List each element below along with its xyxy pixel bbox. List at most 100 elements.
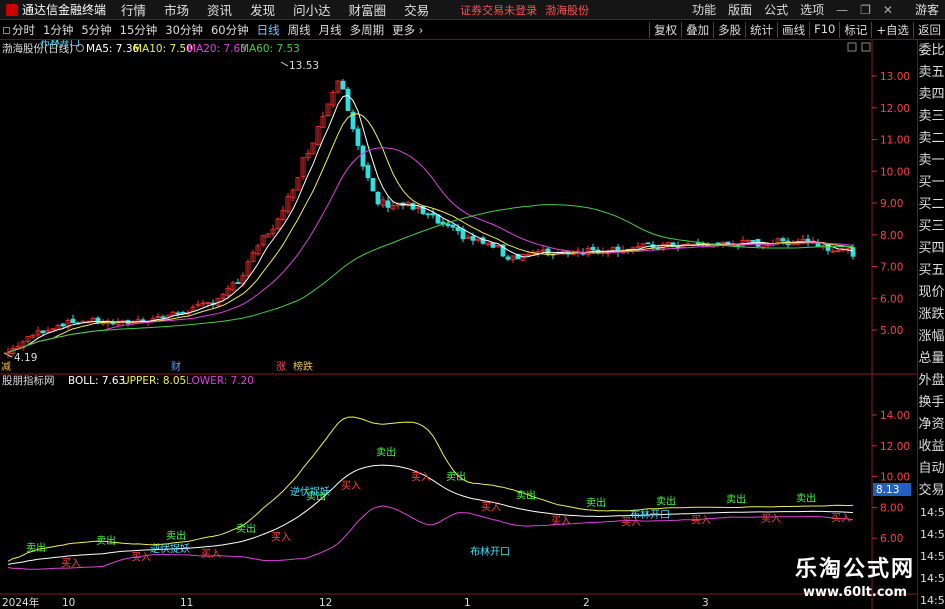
tool-biaoji[interactable]: 标记 bbox=[839, 22, 871, 38]
period-day[interactable]: 日线 bbox=[254, 22, 285, 38]
sidebar-item-11[interactable]: 现价 bbox=[918, 282, 945, 304]
tool-tongji[interactable]: 统计 bbox=[745, 22, 777, 38]
menu-caifuquan[interactable]: 财富圈 bbox=[340, 0, 396, 19]
window-controls-icon[interactable] bbox=[847, 42, 871, 52]
candle-body[interactable] bbox=[445, 223, 451, 226]
sidebar-item-9[interactable]: 买四 bbox=[918, 238, 945, 260]
candle-body[interactable] bbox=[345, 88, 351, 111]
candle-body[interactable] bbox=[60, 323, 66, 327]
sidebar-item-13[interactable]: 涨幅 bbox=[918, 326, 945, 348]
sidebar-item-17[interactable]: 净资 bbox=[918, 414, 945, 436]
menu-hangqing[interactable]: 行情 bbox=[112, 0, 155, 19]
sidebar-item-16[interactable]: 换手 bbox=[918, 392, 945, 414]
period-week[interactable]: 周线 bbox=[285, 22, 316, 38]
tool-fuquan[interactable]: 复权 bbox=[649, 22, 681, 38]
period-fenshi[interactable]: 分时 bbox=[0, 22, 40, 38]
candle-body[interactable] bbox=[645, 242, 651, 245]
candle-body[interactable] bbox=[235, 282, 241, 284]
period-more[interactable]: 更多 › bbox=[389, 22, 428, 38]
menu-gongshi[interactable]: 公式 bbox=[758, 1, 794, 18]
menu-gongneng[interactable]: 功能 bbox=[686, 1, 722, 18]
restore-icon[interactable]: ❐ bbox=[854, 3, 877, 17]
candle-body[interactable] bbox=[95, 317, 101, 324]
candle-body[interactable] bbox=[180, 312, 186, 314]
tool-f10[interactable]: F10 bbox=[809, 22, 839, 38]
sidebar-auto-0[interactable]: 自动 bbox=[918, 458, 945, 480]
candle-body[interactable] bbox=[410, 203, 416, 210]
candle-body[interactable] bbox=[750, 240, 756, 242]
event-marker-cai[interactable]: 财 bbox=[171, 360, 181, 373]
sidebar-auto-1[interactable]: 交易 bbox=[918, 480, 945, 502]
tool-fanhui[interactable]: 返回 bbox=[913, 22, 945, 38]
sidebar-item-1[interactable]: 卖五 bbox=[918, 62, 945, 84]
sidebar-item-2[interactable]: 卖四 bbox=[918, 84, 945, 106]
sidebar-item-18[interactable]: 收益 bbox=[918, 436, 945, 458]
high-price-label: 13.53 bbox=[289, 60, 319, 72]
menu-zixun[interactable]: 资讯 bbox=[198, 0, 241, 19]
candle-body[interactable] bbox=[40, 330, 46, 334]
candle-body[interactable] bbox=[505, 256, 511, 260]
candle-body[interactable] bbox=[725, 241, 731, 245]
event-marker-zhang[interactable]: 涨 bbox=[276, 361, 286, 373]
candle-body[interactable] bbox=[490, 242, 496, 248]
sidebar-item-10[interactable]: 买五 bbox=[918, 260, 945, 282]
candle-body[interactable] bbox=[695, 242, 701, 245]
period-multi[interactable]: 多周期 bbox=[347, 22, 390, 38]
sidebar-item-8[interactable]: 买三 bbox=[918, 216, 945, 238]
candle-body[interactable] bbox=[360, 145, 366, 167]
sidebar-item-15[interactable]: 外盘 bbox=[918, 370, 945, 392]
candle-body[interactable] bbox=[110, 322, 116, 325]
candle-body[interactable] bbox=[455, 226, 461, 232]
candle-body[interactable] bbox=[175, 312, 181, 315]
candle-body[interactable] bbox=[355, 128, 361, 146]
event-marker-bangdie[interactable]: 榜跌 bbox=[293, 360, 313, 373]
menu-xuanxiang[interactable]: 选项 bbox=[794, 1, 830, 18]
sidebar-item-4[interactable]: 卖二 bbox=[918, 128, 945, 150]
candle-body[interactable] bbox=[430, 213, 436, 216]
candle-body[interactable] bbox=[850, 247, 856, 257]
tool-huaxian[interactable]: 画线 bbox=[777, 22, 809, 38]
candle-body[interactable] bbox=[460, 228, 466, 240]
candlestick-series[interactable] bbox=[5, 78, 856, 358]
sidebar-item-14[interactable]: 总量 bbox=[918, 348, 945, 370]
tool-zixuan[interactable]: +自选 bbox=[871, 22, 913, 38]
period-60min[interactable]: 60分钟 bbox=[208, 22, 254, 38]
event-marker-jian[interactable]: 减 bbox=[1, 361, 11, 373]
candle-body[interactable] bbox=[370, 178, 376, 192]
menu-shichang[interactable]: 市场 bbox=[155, 0, 198, 19]
period-5min[interactable]: 5分钟 bbox=[78, 22, 116, 38]
menu-wenxiaoda[interactable]: 问小达 bbox=[284, 0, 340, 19]
sidebar-item-6[interactable]: 买一 bbox=[918, 172, 945, 194]
sidebar-item-7[interactable]: 买二 bbox=[918, 194, 945, 216]
candle-body[interactable] bbox=[470, 236, 476, 241]
candle-body[interactable] bbox=[340, 80, 346, 90]
chart-area[interactable]: 渤海股份(日线) MA5: 7.36 MA10: 7.50 MA20: 7.63… bbox=[0, 36, 917, 609]
period-month[interactable]: 月线 bbox=[316, 22, 347, 38]
sidebar-item-3[interactable]: 卖三 bbox=[918, 106, 945, 128]
menu-banmian[interactable]: 版面 bbox=[722, 1, 758, 18]
guest-user[interactable]: 游客 bbox=[909, 1, 945, 18]
candle-body[interactable] bbox=[375, 191, 381, 205]
menu-jiaoyi[interactable]: 交易 bbox=[395, 0, 438, 19]
period-1min[interactable]: 1分钟 bbox=[40, 22, 78, 38]
menu-faxian[interactable]: 发现 bbox=[241, 0, 284, 19]
period-30min[interactable]: 30分钟 bbox=[162, 22, 208, 38]
candle-body[interactable] bbox=[450, 224, 456, 228]
sidebar-item-12[interactable]: 涨跌 bbox=[918, 304, 945, 326]
tool-duogu[interactable]: 多股 bbox=[713, 22, 745, 38]
close-icon[interactable]: ✕ bbox=[877, 3, 899, 17]
candle-body[interactable] bbox=[70, 318, 76, 324]
tool-diejia[interactable]: 叠加 bbox=[681, 22, 713, 38]
candle-body[interactable] bbox=[365, 165, 371, 179]
candle-body[interactable] bbox=[385, 200, 391, 208]
sidebar-item-0[interactable]: 委比 bbox=[918, 40, 945, 62]
trade-login-status[interactable]: 证券交易未登录 bbox=[460, 2, 537, 18]
candle-body[interactable] bbox=[590, 246, 596, 251]
sidebar-item-5[interactable]: 卖一 bbox=[918, 150, 945, 172]
period-15min[interactable]: 15分钟 bbox=[117, 22, 163, 38]
candle-body[interactable] bbox=[160, 316, 166, 319]
candle-body[interactable] bbox=[780, 238, 786, 242]
kline-svg[interactable]: 渤海股份(日线) MA5: 7.36 MA10: 7.50 MA20: 7.63… bbox=[0, 36, 917, 609]
minimize-icon[interactable]: — bbox=[830, 3, 854, 17]
candle-body[interactable] bbox=[425, 213, 431, 216]
